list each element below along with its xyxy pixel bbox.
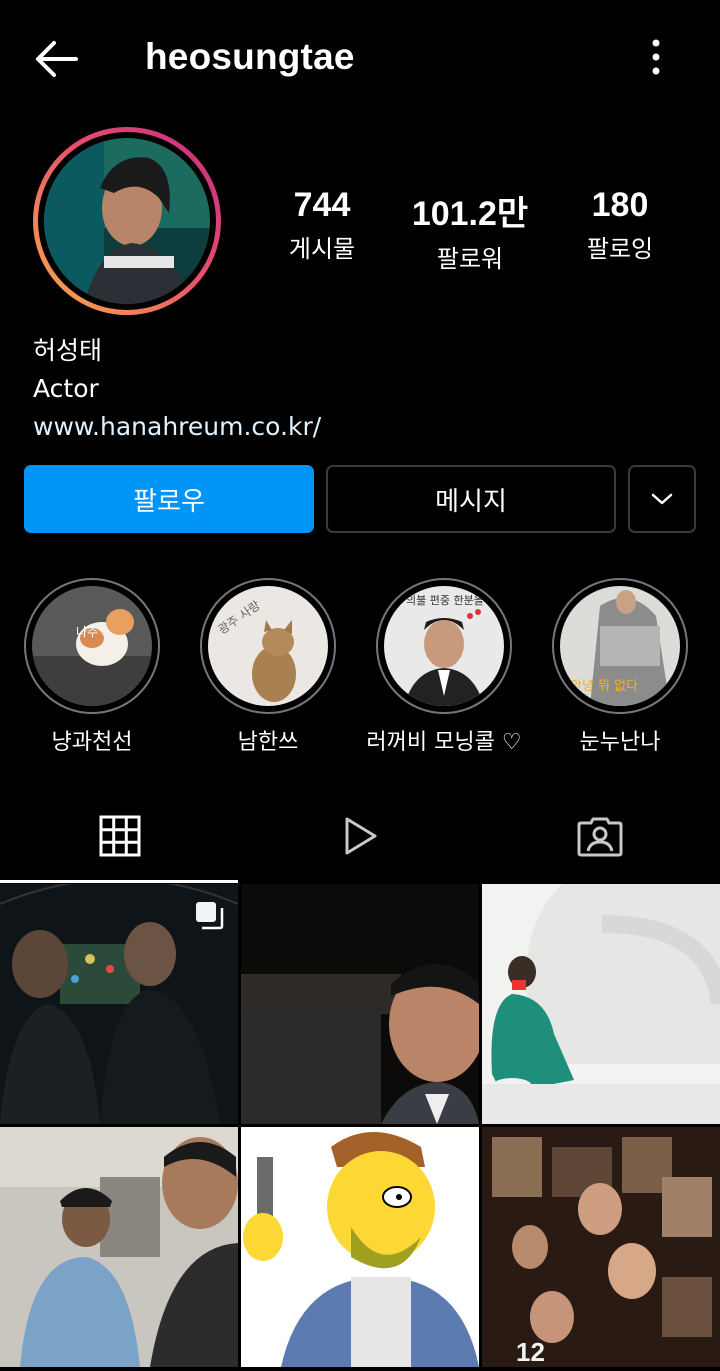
highlight-item[interactable]: 광주 사랑 남한쓰: [200, 578, 336, 756]
suggested-accounts-button[interactable]: [628, 465, 696, 533]
tagged-user-icon: [577, 817, 623, 857]
multi-post-icon: [196, 902, 224, 930]
post-thumbnail[interactable]: [241, 884, 479, 1124]
play-icon: [345, 817, 377, 855]
post-caption-text: 12: [516, 1337, 545, 1367]
following-count[interactable]: 180 팔로잉: [540, 186, 700, 264]
profile-category: Actor: [33, 374, 99, 403]
highlight-item[interactable]: 안녕 뭐 없다 눈누난나: [552, 578, 688, 756]
followers-count[interactable]: 101.2만 팔로워: [390, 186, 550, 274]
follow-button[interactable]: 팔로우: [24, 465, 314, 533]
highlight-cover: 광주 사랑: [208, 586, 328, 706]
story-ring[interactable]: [33, 127, 221, 315]
highlight-label: 눈누난나: [579, 730, 661, 755]
post-thumbnail[interactable]: [482, 884, 720, 1124]
highlight-cover: 의불 편중 한분을: [384, 586, 504, 706]
profile-tabs: [0, 790, 720, 882]
profile-bio: 허성태 Actor www.hanahreum.co.kr/: [33, 332, 321, 446]
highlight-overlay-text: 안녕 뭐 없다: [570, 679, 638, 694]
highlight-label: 남한쓰: [237, 730, 299, 755]
avatar-image: [44, 138, 210, 304]
posts-count-value: 744: [293, 186, 351, 224]
followers-count-label: 팔로워: [436, 245, 504, 273]
message-button[interactable]: 메시지: [326, 465, 616, 533]
highlight-overlay-text: 나주♡: [76, 625, 109, 639]
arrow-left-icon: [36, 41, 78, 77]
post-thumbnail[interactable]: [241, 1127, 479, 1367]
profile-username: heosungtae: [145, 36, 355, 77]
profile-name: 허성태: [33, 336, 103, 365]
back-button[interactable]: [30, 36, 82, 82]
profile-avatar[interactable]: [44, 138, 210, 304]
highlight-label: 러꺼비 모닝콜 ♡: [366, 730, 522, 755]
tab-reels[interactable]: [240, 790, 480, 882]
post-thumbnail[interactable]: [0, 1127, 238, 1367]
post-thumbnail[interactable]: 12: [482, 1127, 720, 1367]
post-thumbnail[interactable]: [0, 884, 238, 1124]
posts-count[interactable]: 744 게시물: [242, 186, 402, 264]
grid-icon: [99, 815, 141, 857]
top-bar: heosungtae: [0, 0, 720, 116]
following-count-label: 팔로잉: [586, 235, 654, 263]
tab-tagged[interactable]: [480, 790, 720, 882]
chevron-down-icon: [651, 493, 673, 505]
followers-count-value: 101.2만: [411, 195, 529, 233]
tab-grid[interactable]: [0, 790, 240, 882]
highlight-cover: 안녕 뭐 없다: [560, 586, 680, 706]
more-vertical-icon: [652, 39, 660, 75]
following-count-value: 180: [591, 186, 649, 224]
highlight-cover: 나주♡: [32, 586, 152, 706]
more-options-button[interactable]: [636, 36, 676, 78]
active-tab-indicator: [0, 880, 238, 883]
highlight-label: 냥과천선: [51, 730, 133, 755]
highlight-overlay-text: 의불 편중 한분을: [406, 594, 484, 607]
highlight-item[interactable]: 의불 편중 한분을 러꺼비 모닝콜 ♡: [366, 578, 522, 756]
posts-count-label: 게시물: [288, 235, 356, 263]
profile-website-link[interactable]: www.hanahreum.co.kr/: [33, 408, 321, 446]
highlight-item[interactable]: 나주♡ 냥과천선: [24, 578, 160, 756]
